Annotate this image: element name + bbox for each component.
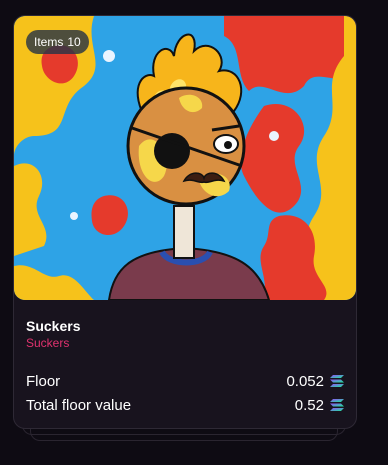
items-count-badge: Items 10 <box>26 30 89 54</box>
collection-info: Suckers Suckers <box>26 317 344 351</box>
collection-card[interactable]: Items 10 Suckers Suckers Floor 0.052 Tot… <box>13 15 357 429</box>
solana-icon <box>330 399 344 411</box>
stat-value: 0.52 <box>294 396 324 414</box>
stat-value: 0.052 <box>286 372 324 390</box>
stat-value-group: 0.052 <box>286 373 344 390</box>
stat-label: Floor <box>26 372 61 390</box>
stat-row-total-floor-value: Total floor value 0.52 <box>26 393 344 417</box>
collection-stats: Floor 0.052 Total floor value 0.52 <box>26 369 344 417</box>
collection-title[interactable]: Suckers <box>26 317 344 335</box>
solana-icon <box>330 375 344 387</box>
collection-subtitle[interactable]: Suckers <box>26 336 344 351</box>
badge-count: 10 <box>67 35 81 49</box>
stat-value-group: 0.52 <box>295 397 344 414</box>
artwork-image <box>14 16 356 300</box>
stacked-card-shadow-2 <box>30 428 338 441</box>
collection-artwork[interactable]: Items 10 <box>14 16 356 300</box>
stat-row-floor: Floor 0.052 <box>26 369 344 393</box>
badge-label: Items <box>34 35 64 49</box>
stat-label: Total floor value <box>26 396 132 414</box>
